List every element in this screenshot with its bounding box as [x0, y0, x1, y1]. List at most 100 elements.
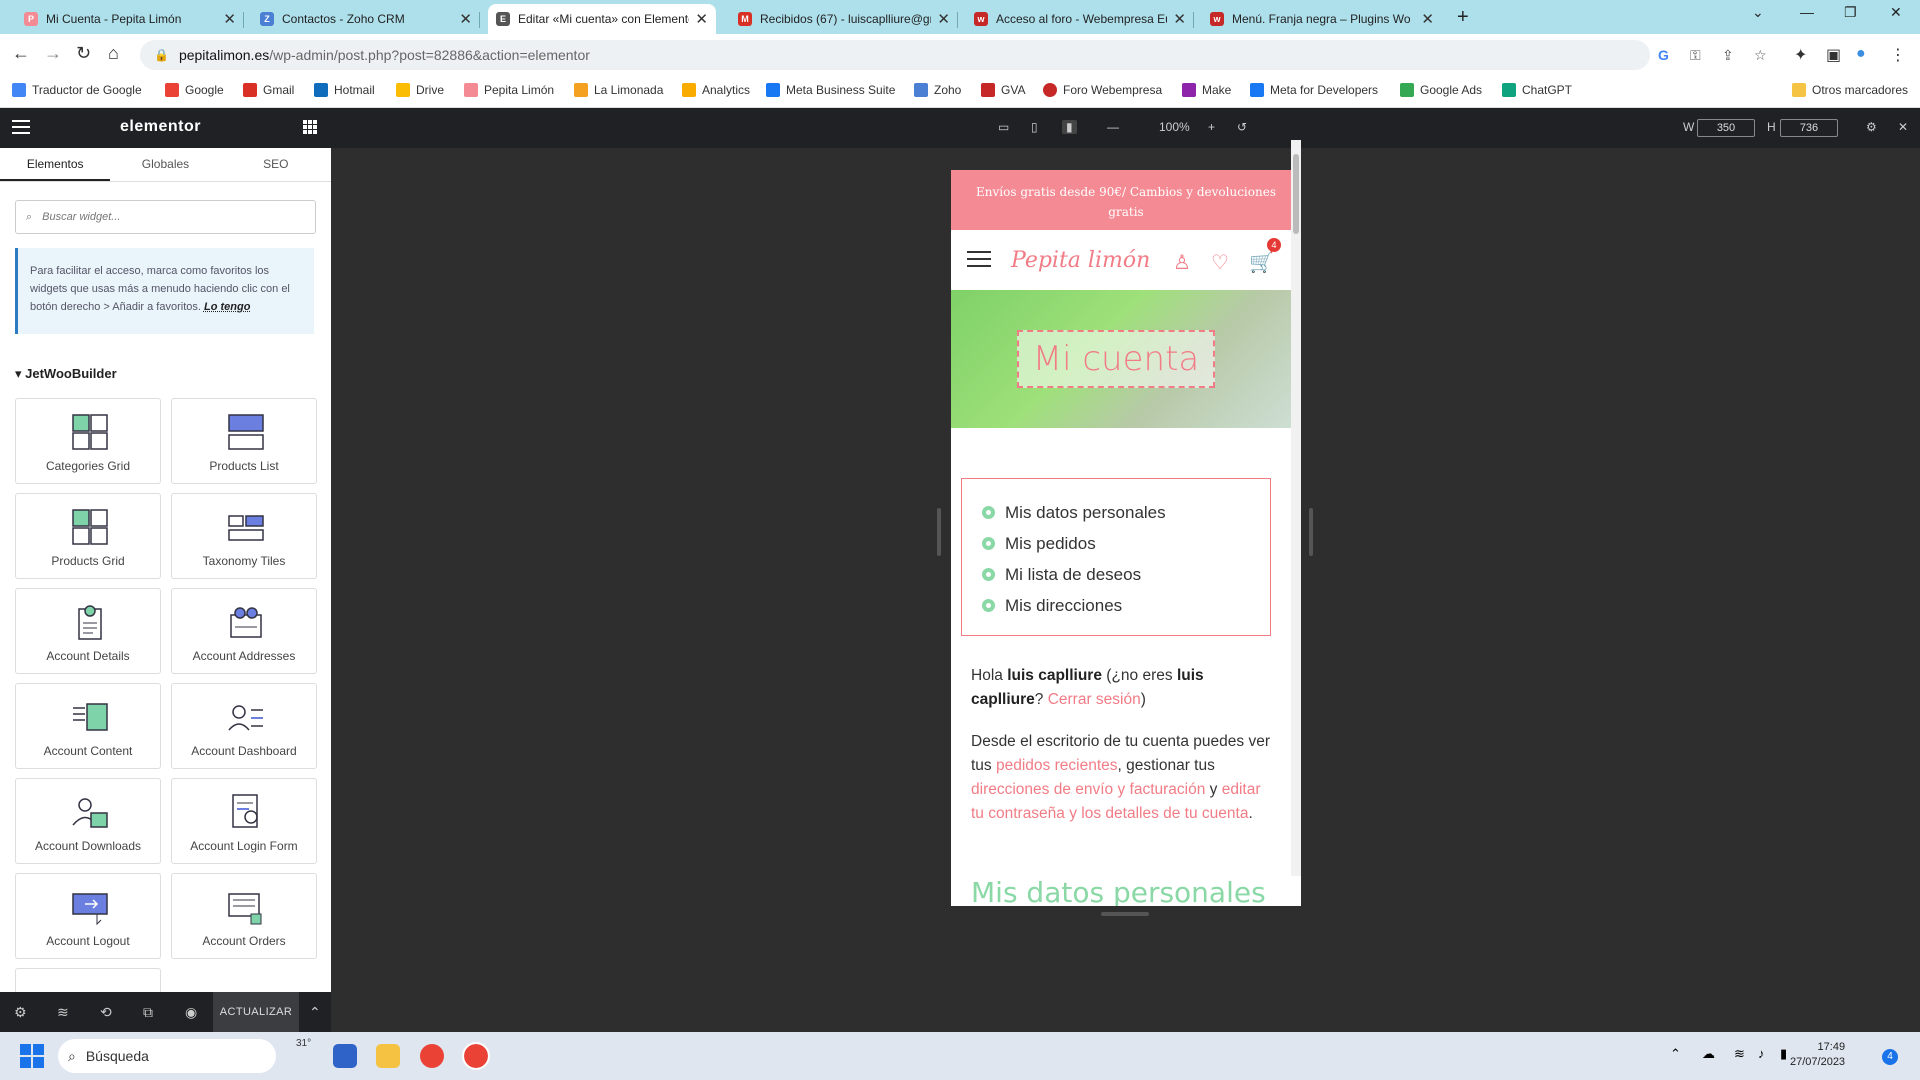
- bookmark-item[interactable]: Hotmail: [314, 83, 375, 97]
- side-panel-icon[interactable]: ▣: [1826, 45, 1841, 65]
- settings-gear-icon[interactable]: ⚙: [14, 1004, 27, 1021]
- preview-eye-icon[interactable]: ◉: [185, 1004, 197, 1021]
- bookmark-item[interactable]: Make: [1182, 83, 1231, 97]
- widget-account-orders[interactable]: Account Orders: [171, 873, 317, 959]
- user-icon[interactable]: ♙: [1173, 250, 1191, 275]
- resize-handle-left[interactable]: [937, 508, 941, 556]
- close-icon[interactable]: ✕: [1898, 120, 1908, 134]
- file-explorer-icon[interactable]: [376, 1044, 400, 1068]
- preview-scrollbar[interactable]: [1291, 140, 1301, 876]
- widget-products-list[interactable]: Products List: [171, 398, 317, 484]
- widget-categories-grid[interactable]: Categories Grid: [15, 398, 161, 484]
- mobile-icon[interactable]: ▮: [1062, 120, 1077, 134]
- widget-account-login-form[interactable]: Account Login Form: [171, 778, 317, 864]
- volume-icon[interactable]: ♪: [1758, 1046, 1765, 1061]
- resize-handle-right[interactable]: [1309, 508, 1313, 556]
- bookmark-item[interactable]: Zoho: [914, 83, 961, 97]
- tab-seo[interactable]: SEO: [221, 148, 331, 181]
- menu-item-pedidos[interactable]: Mis pedidos: [982, 528, 1250, 559]
- bookmark-item[interactable]: Drive: [396, 83, 444, 97]
- bookmark-item[interactable]: Meta for Developers: [1250, 83, 1378, 97]
- tab-mi-cuenta[interactable]: P Mi Cuenta - Pepita Limón ✕: [16, 4, 244, 34]
- new-tab-button[interactable]: +: [1457, 6, 1469, 29]
- cart-icon[interactable]: 🛒: [1249, 250, 1274, 275]
- windows-start-icon[interactable]: [20, 1044, 44, 1068]
- widget-account-logout[interactable]: Account Logout: [15, 873, 161, 959]
- bookmark-item[interactable]: Google Ads: [1400, 83, 1482, 97]
- responsive-mode-icon[interactable]: ⧉: [143, 1004, 153, 1021]
- hamburger-menu-icon[interactable]: [12, 120, 30, 134]
- widget-account-content[interactable]: Account Content: [15, 683, 161, 769]
- url-field[interactable]: 🔒 pepitalimon.es/wp-admin/post.php?post=…: [140, 40, 1650, 70]
- tab-menu-franja[interactable]: w Menú. Franja negra – Plugins Wo ✕: [1202, 4, 1442, 34]
- battery-icon[interactable]: ▮: [1780, 1046, 1787, 1062]
- taskbar-search[interactable]: ⌕ Búsqueda: [58, 1039, 276, 1073]
- tab-globales[interactable]: Globales: [110, 148, 220, 181]
- wifi-icon[interactable]: ≋: [1734, 1046, 1745, 1062]
- menu-item-direcciones[interactable]: Mis direcciones: [982, 590, 1250, 621]
- profile-avatar[interactable]: ●: [1856, 45, 1866, 63]
- tab-gmail[interactable]: M Recibidos (67) - luiscaplliure@gm ✕: [730, 4, 958, 34]
- logout-link[interactable]: Cerrar sesión: [1048, 691, 1141, 708]
- got-it-link[interactable]: Lo tengo: [204, 301, 250, 313]
- width-input[interactable]: 350: [1697, 119, 1755, 137]
- key-icon[interactable]: ⚿: [1690, 47, 1701, 64]
- taskbar-clock[interactable]: 17:49 27/07/2023: [1790, 1040, 1845, 1070]
- desktop-icon[interactable]: ▭: [998, 120, 1009, 134]
- widget-taxonomy-tiles[interactable]: Taxonomy Tiles: [171, 493, 317, 579]
- widget-account-downloads[interactable]: Account Downloads: [15, 778, 161, 864]
- back-icon[interactable]: ←: [12, 43, 30, 64]
- chrome-menu-icon[interactable]: ⋮: [1890, 45, 1906, 65]
- chevron-up-icon[interactable]: ⌃: [309, 1004, 321, 1021]
- update-button[interactable]: ACTUALIZAR: [213, 992, 299, 1032]
- forward-icon[interactable]: →: [44, 43, 62, 64]
- bookmark-item[interactable]: Gmail: [243, 83, 294, 97]
- widget-search-input[interactable]: ⌕ Buscar widget...: [15, 200, 316, 234]
- heart-icon[interactable]: ♡: [1211, 250, 1229, 275]
- onedrive-icon[interactable]: ☁: [1702, 1046, 1715, 1062]
- category-jetwoobuilder[interactable]: ▾ JetWooBuilder: [15, 366, 117, 382]
- bookmark-item[interactable]: Analytics: [682, 83, 750, 97]
- chrome-icon[interactable]: [420, 1044, 444, 1068]
- widget-products-grid[interactable]: Products Grid: [15, 493, 161, 579]
- close-tab-icon[interactable]: ✕: [695, 10, 708, 28]
- zoom-out-icon[interactable]: —: [1107, 120, 1119, 134]
- tablet-icon[interactable]: ▯: [1031, 120, 1038, 134]
- bookmark-item[interactable]: Traductor de Google: [12, 83, 142, 97]
- close-tab-icon[interactable]: ✕: [223, 10, 236, 28]
- notification-badge[interactable]: 4: [1882, 1049, 1898, 1065]
- zoom-in-icon[interactable]: +: [1208, 120, 1215, 134]
- bookmark-item[interactable]: Google: [165, 83, 224, 97]
- addresses-link[interactable]: direcciones de envío y facturación: [971, 781, 1205, 798]
- widgets-grid-icon[interactable]: [303, 120, 317, 134]
- widget-account-details[interactable]: Account Details: [15, 588, 161, 674]
- other-bookmarks[interactable]: Otros marcadores: [1792, 83, 1908, 97]
- recent-orders-link[interactable]: pedidos recientes: [996, 757, 1118, 774]
- maximize-button[interactable]: ❐: [1844, 4, 1857, 21]
- close-tab-icon[interactable]: ✕: [937, 10, 950, 28]
- scrollbar-thumb[interactable]: [1293, 154, 1299, 234]
- navigator-layers-icon[interactable]: ≋: [57, 1004, 69, 1021]
- bookmark-item[interactable]: Meta Business Suite: [766, 83, 895, 97]
- close-tab-icon[interactable]: ✕: [1421, 10, 1434, 28]
- menu-item-datos[interactable]: Mis datos personales: [982, 497, 1250, 528]
- share-icon[interactable]: ⇪: [1722, 47, 1734, 64]
- minimize-button[interactable]: —: [1800, 4, 1814, 20]
- bookmark-item[interactable]: La Limonada: [574, 83, 663, 97]
- settings-gear-icon[interactable]: ⚙: [1866, 120, 1877, 134]
- close-tab-icon[interactable]: ✕: [459, 10, 472, 28]
- bookmark-item[interactable]: ChatGPT: [1502, 83, 1572, 97]
- reset-zoom-icon[interactable]: ↺: [1237, 120, 1247, 134]
- menu-item-deseos[interactable]: Mi lista de deseos: [982, 559, 1250, 590]
- history-icon[interactable]: ⟲: [100, 1004, 112, 1021]
- reload-icon[interactable]: ↻: [76, 43, 91, 64]
- close-window-button[interactable]: ✕: [1890, 4, 1902, 21]
- bookmark-item[interactable]: Foro Webempresa: [1043, 83, 1162, 97]
- bookmark-item[interactable]: GVA: [981, 83, 1025, 97]
- widget-account-addresses[interactable]: Account Addresses: [171, 588, 317, 674]
- tab-elementos[interactable]: Elementos: [0, 148, 111, 181]
- extensions-icon[interactable]: ✦: [1794, 45, 1807, 65]
- store-icon[interactable]: [333, 1044, 357, 1068]
- home-icon[interactable]: ⌂: [108, 43, 119, 64]
- tab-webempresa[interactable]: w Acceso al foro - Webempresa Eu ✕: [966, 4, 1194, 34]
